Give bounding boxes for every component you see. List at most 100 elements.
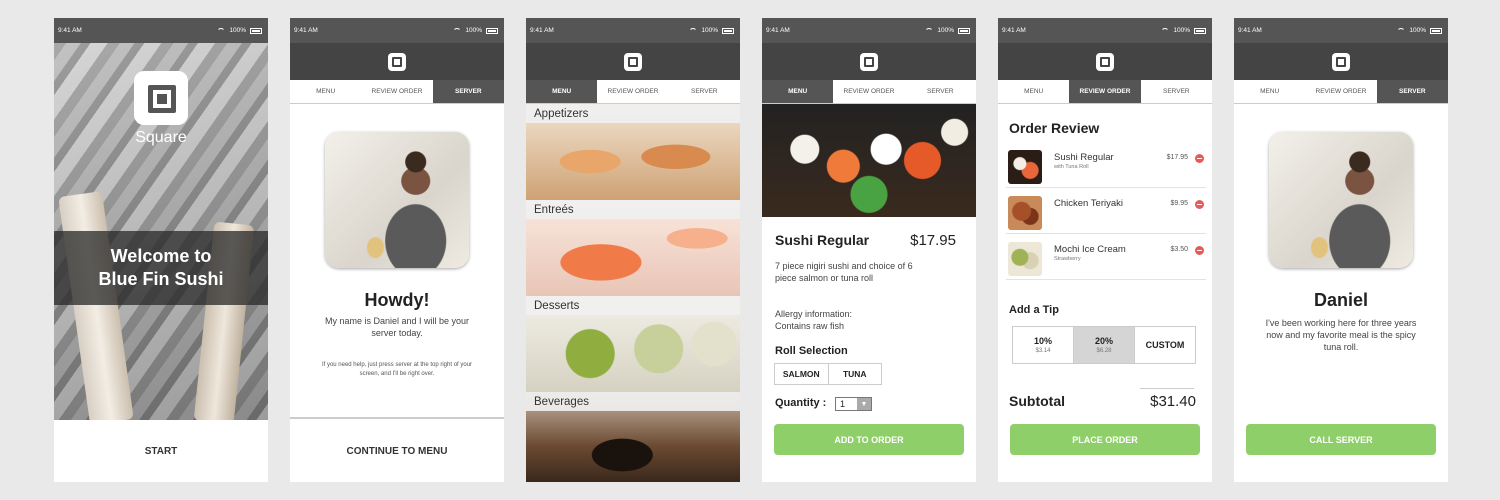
- battery-icon: [486, 27, 498, 34]
- remove-icon[interactable]: [1195, 154, 1204, 163]
- tab-bar: MENU REVIEW ORDER SERVER: [1234, 80, 1448, 104]
- item-thumbnail: [1008, 150, 1042, 184]
- battery-icon: [722, 27, 734, 34]
- item-detail: with Tuna Roll: [1054, 164, 1089, 170]
- item-thumbnail: [1008, 196, 1042, 230]
- tab-review-order[interactable]: REVIEW ORDER: [833, 80, 905, 103]
- status-bar: 9:41 AM 100%: [526, 18, 740, 43]
- server-name: Daniel: [1313, 290, 1369, 310]
- tab-bar: MENU REVIEW ORDER SERVER: [290, 80, 504, 104]
- tab-server[interactable]: SERVER: [668, 80, 740, 103]
- tip-selector: 10% $3.14 20% $6.28 CUSTOM: [1012, 326, 1196, 364]
- tab-server[interactable]: SERVER: [1376, 80, 1448, 103]
- dish-photo: [762, 104, 976, 217]
- tab-review-order[interactable]: REVIEW ORDER: [1305, 80, 1377, 103]
- square-logo-icon: [134, 71, 188, 125]
- tab-server[interactable]: SERVER: [1140, 80, 1212, 103]
- dish-description: 7 piece nigiri sushi and choice of 6 pie…: [775, 261, 913, 283]
- item-price: $17.95: [1166, 154, 1188, 161]
- wifi-icon: [1161, 27, 1170, 34]
- app-bar: [290, 43, 504, 80]
- category-appetizers[interactable]: Appetizers: [526, 104, 740, 200]
- category-entrees[interactable]: Entreés: [526, 200, 740, 296]
- tab-bar: MENU REVIEW ORDER SERVER: [998, 80, 1212, 104]
- tab-bar: MENU REVIEW ORDER SERVER: [762, 80, 976, 104]
- status-bar: 9:41 AM 100%: [998, 18, 1212, 43]
- server-photo: [1269, 132, 1413, 268]
- tab-menu[interactable]: MENU: [762, 80, 834, 103]
- square-logo-icon: [1096, 52, 1114, 71]
- category-desserts[interactable]: Desserts: [526, 296, 740, 392]
- square-logo-icon: [1332, 52, 1350, 71]
- welcome-line-1: Welcome to: [110, 246, 212, 266]
- chevron-down-icon: ▼: [857, 398, 871, 410]
- battery-percent: 100%: [937, 27, 954, 34]
- battery-icon: [1430, 27, 1442, 34]
- square-logo-icon: [388, 52, 406, 71]
- tip-option-custom[interactable]: CUSTOM: [1134, 327, 1195, 363]
- item-thumbnail: [1008, 242, 1042, 276]
- roll-option-salmon[interactable]: SALMON: [775, 364, 828, 384]
- battery-icon: [958, 27, 970, 34]
- tip-option-20[interactable]: 20% $6.28: [1073, 327, 1134, 363]
- wifi-icon: [925, 27, 934, 34]
- place-order-button[interactable]: PLACE ORDER: [1010, 424, 1200, 455]
- remove-icon[interactable]: [1195, 246, 1204, 255]
- status-time: 9:41 AM: [58, 27, 82, 34]
- tab-menu[interactable]: MENU: [526, 80, 598, 103]
- app-bar: [1234, 43, 1448, 80]
- wifi-icon: [689, 27, 698, 34]
- category-label: Appetizers: [526, 104, 740, 123]
- status-bar: 9:41 AM 100%: [54, 18, 268, 43]
- status-time: 9:41 AM: [1238, 27, 1262, 34]
- category-label: Beverages: [526, 392, 740, 411]
- tab-menu[interactable]: MENU: [1234, 80, 1306, 103]
- status-time: 9:41 AM: [766, 27, 790, 34]
- add-to-order-button[interactable]: ADD TO ORDER: [774, 424, 964, 455]
- phone-screen-server-intro: 9:41 AM 100% MENU REVIEW ORDER SERVER Ho…: [290, 18, 504, 482]
- status-time: 9:41 AM: [1002, 27, 1026, 34]
- order-item-row: Mochi Ice Cream Strawberry $3.50: [1006, 236, 1206, 280]
- tip-option-10[interactable]: 10% $3.14: [1013, 327, 1073, 363]
- roll-selection-title: Roll Selection: [775, 345, 848, 357]
- category-beverages[interactable]: Beverages: [526, 392, 740, 482]
- subtotal-label: Subtotal: [1009, 393, 1065, 409]
- category-label: Entreés: [526, 200, 740, 219]
- tab-review-order[interactable]: REVIEW ORDER: [597, 80, 669, 103]
- server-bio: I've been working here for three years n…: [1265, 318, 1417, 352]
- dish-name: Sushi Regular: [775, 232, 870, 248]
- tab-review-order[interactable]: REVIEW ORDER: [361, 80, 433, 103]
- battery-percent: 100%: [1173, 27, 1190, 34]
- allergy-info: Allergy information: Contains raw fish: [775, 309, 853, 331]
- server-photo: [325, 132, 469, 268]
- help-text: If you need help, just press server at t…: [321, 362, 473, 377]
- call-server-button[interactable]: CALL SERVER: [1246, 424, 1436, 455]
- square-logo-icon: [624, 52, 642, 71]
- greeting-text: My name is Daniel and I will be your ser…: [324, 316, 470, 338]
- phone-screen-welcome: 9:41 AM 100% Square Welcome to Blue Fin S…: [54, 18, 268, 482]
- quantity-value: 1: [840, 399, 846, 409]
- wifi-icon: [1397, 27, 1406, 34]
- app-bar: [998, 43, 1212, 80]
- continue-to-menu-button[interactable]: CONTINUE TO MENU: [290, 420, 504, 482]
- tab-menu[interactable]: MENU: [998, 80, 1070, 103]
- order-review-title: Order Review: [1009, 120, 1100, 136]
- tab-menu[interactable]: MENU: [290, 80, 362, 103]
- tab-server[interactable]: SERVER: [904, 80, 976, 103]
- tab-server[interactable]: SERVER: [432, 80, 504, 103]
- item-price: $9.95: [1170, 200, 1188, 207]
- order-item-row: Sushi Regular with Tuna Roll $17.95: [1006, 144, 1206, 188]
- quantity-select[interactable]: 1 ▼: [835, 397, 872, 411]
- start-button[interactable]: START: [54, 420, 268, 482]
- roll-option-tuna[interactable]: TUNA: [827, 364, 882, 384]
- order-item-row: Chicken Teriyaki $9.95: [1006, 190, 1206, 234]
- item-name: Sushi Regular: [1054, 152, 1114, 163]
- phone-screen-menu: 9:41 AM 100% MENU REVIEW ORDER SERVER Ap…: [526, 18, 740, 482]
- square-logo-icon: [860, 52, 878, 71]
- remove-icon[interactable]: [1195, 200, 1204, 209]
- greeting-title: Howdy!: [364, 290, 430, 310]
- wifi-icon: [217, 27, 226, 34]
- status-time: 9:41 AM: [530, 27, 554, 34]
- tab-review-order[interactable]: REVIEW ORDER: [1069, 80, 1141, 103]
- status-bar: 9:41 AM 100%: [762, 18, 976, 43]
